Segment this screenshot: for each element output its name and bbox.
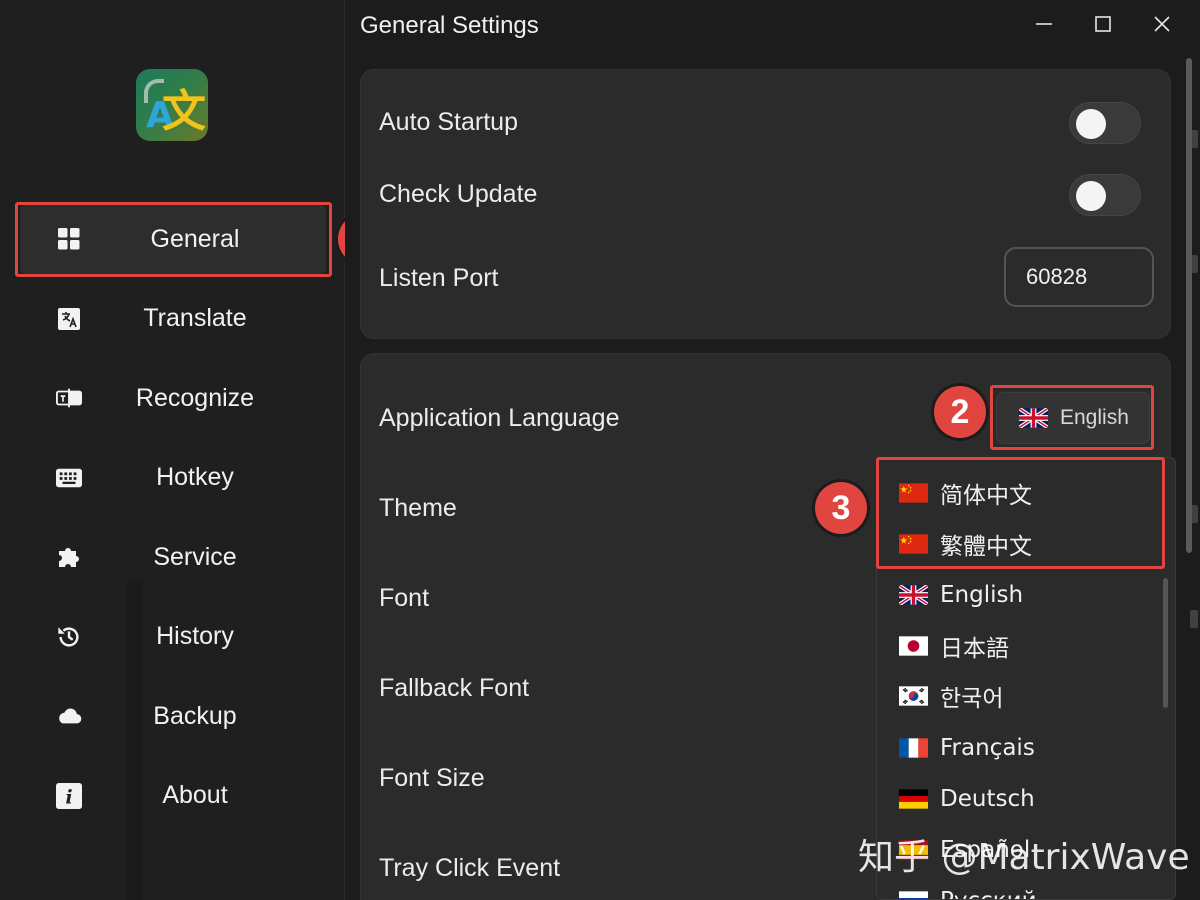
language-option[interactable]: Français: [877, 725, 1167, 771]
auto-startup-label: Auto Startup: [379, 108, 518, 136]
toggle-knob: [1076, 109, 1106, 139]
sidebar-item-about[interactable]: i About: [20, 761, 326, 831]
minimize-button[interactable]: [1015, 0, 1073, 53]
edge-mark: [1190, 130, 1198, 148]
language-option[interactable]: Deutsch: [877, 776, 1167, 822]
sidebar-item-hotkey[interactable]: Hotkey: [20, 443, 326, 513]
annotation-badge-2: 2: [934, 386, 986, 438]
language-select-value: English: [1060, 406, 1129, 429]
language-option[interactable]: Русский: [877, 878, 1167, 899]
language-option-label: 简体中文: [940, 483, 1032, 509]
sidebar: A 文 General Translate Recognize Hotkey S…: [0, 0, 345, 900]
listen-port-label: Listen Port: [379, 264, 499, 292]
font-size-label: Font Size: [379, 764, 485, 792]
fallback-font-label: Fallback Font: [379, 674, 530, 702]
sidebar-item-label: General: [150, 224, 240, 253]
font-label: Font: [379, 584, 430, 612]
germany-flag-icon: [899, 789, 928, 809]
france-flag-icon: [899, 738, 928, 758]
sidebar-item-recognize[interactable]: Recognize: [20, 363, 326, 433]
language-option[interactable]: 繁體中文: [877, 521, 1167, 567]
sidebar-item-translate[interactable]: Translate: [20, 284, 326, 354]
logo-glyph-wen: 文: [162, 86, 206, 137]
maximize-icon: [1094, 15, 1112, 38]
minimize-icon: [1035, 15, 1053, 38]
edge-mark: [1190, 610, 1198, 628]
edge-mark: [1190, 255, 1198, 273]
language-option-label: English: [940, 582, 1024, 608]
language-option[interactable]: English: [877, 572, 1167, 618]
language-option-label: Français: [940, 735, 1035, 761]
sidebar-item-service[interactable]: Service: [20, 522, 326, 592]
japan-flag-icon: [899, 636, 928, 656]
russia-flag-icon: [899, 891, 928, 899]
sidebar-item-history[interactable]: History: [20, 602, 326, 672]
close-icon: [1153, 15, 1171, 38]
language-option-label: 繁體中文: [940, 534, 1032, 560]
language-option[interactable]: 日本語: [877, 623, 1167, 669]
tray-click-event-label: Tray Click Event: [379, 854, 561, 882]
uk-flag-icon: [1019, 408, 1048, 428]
language-option-label: 한국어: [940, 686, 1004, 712]
china-flag-icon: [899, 483, 928, 503]
language-select[interactable]: English: [996, 392, 1150, 444]
listen-port-input[interactable]: [1004, 247, 1154, 307]
sidebar-item-label: About: [162, 781, 228, 809]
sidebar-item-general[interactable]: General: [20, 204, 326, 274]
language-option[interactable]: 한국어: [877, 673, 1167, 719]
language-option-label: 日本語: [940, 636, 1009, 662]
language-option-label: Русский: [940, 888, 1037, 899]
sidebar-item-label: Backup: [153, 701, 237, 730]
theme-label: Theme: [379, 494, 457, 522]
watermark: 知乎 @MatrixWave: [858, 837, 1190, 878]
dropdown-scrollbar[interactable]: [1163, 578, 1168, 708]
uk-flag-icon: [899, 585, 928, 605]
sidebar-item-label: Service: [153, 542, 237, 571]
language-option[interactable]: 简体中文: [877, 470, 1167, 516]
annotation-badge-3: 3: [815, 482, 867, 534]
window-title: General Settings: [360, 12, 539, 39]
sidebar-nav: General Translate Recognize Hotkey Servi…: [20, 204, 326, 840]
check-update-label: Check Update: [379, 180, 538, 208]
korea-flag-icon: [899, 686, 928, 706]
edge-mark: [1190, 505, 1198, 523]
sidebar-item-label: History: [156, 622, 234, 650]
auto-startup-toggle[interactable]: [1069, 102, 1141, 144]
sidebar-item-label: Recognize: [135, 383, 255, 412]
toggle-knob: [1076, 181, 1106, 211]
app-logo: A 文: [136, 69, 208, 141]
sidebar-item-label: Hotkey: [156, 463, 234, 491]
close-button[interactable]: [1133, 0, 1191, 53]
maximize-button[interactable]: [1074, 0, 1132, 53]
sidebar-item-backup[interactable]: Backup: [20, 681, 326, 751]
title-bar: General Settings: [345, 0, 1200, 53]
china-flag-icon: [899, 534, 928, 554]
check-update-toggle[interactable]: [1069, 174, 1141, 216]
sidebar-item-label: Translate: [143, 304, 247, 332]
language-option-label: Deutsch: [940, 786, 1035, 812]
settings-card-startup: Auto Startup Check Update Listen Port: [360, 69, 1171, 339]
app-language-label: Application Language: [379, 404, 620, 432]
